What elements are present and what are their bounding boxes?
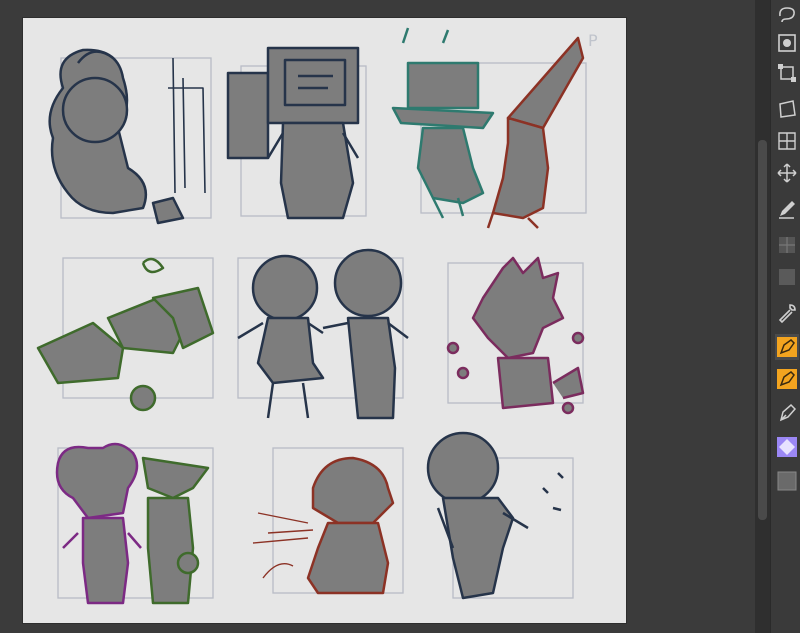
sketch-hat-wind-figure: [252, 456, 395, 595]
scrollbar-thumb[interactable]: [758, 140, 767, 520]
move-icon[interactable]: [775, 160, 799, 186]
drawing-canvas[interactable]: P: [23, 18, 626, 623]
mesh-transform-icon[interactable]: [775, 128, 799, 154]
gray-swatch-icon[interactable]: [775, 468, 799, 494]
pen-tool-orange-2-icon[interactable]: [775, 366, 799, 392]
pencil-icon[interactable]: [775, 196, 799, 222]
sketch-girl-sitting: [48, 48, 206, 225]
sketch-goblin-figure: [141, 456, 210, 605]
free-transform-icon[interactable]: [775, 96, 799, 122]
transform-icon[interactable]: [775, 60, 799, 86]
pen-tool-orange-icon[interactable]: [775, 334, 799, 360]
lasso-icon[interactable]: [775, 2, 799, 28]
pen-nib-icon[interactable]: [775, 400, 799, 426]
sketch-round-head-girl: [237, 254, 325, 419]
layer-grid-icon[interactable]: [775, 232, 799, 258]
gray-square-icon[interactable]: [775, 264, 799, 290]
tool-palette: [770, 0, 800, 633]
object-select-icon[interactable]: [775, 30, 799, 56]
sketch-spiky-hair-figure: [446, 256, 585, 415]
sketch-bunny-figure: [55, 442, 142, 605]
corner-label: P: [588, 31, 598, 50]
sketch-tv-head: [226, 46, 360, 220]
vertical-scrollbar[interactable]: [755, 0, 770, 633]
sketch-cake-hat-girl: [391, 27, 495, 219]
sketch-round-head-boy: [322, 248, 409, 420]
sketch-boxes: [36, 257, 215, 412]
canvas-workspace[interactable]: P: [0, 0, 755, 633]
sketch-wizard-hat-figure: [486, 36, 585, 229]
color-swap-icon[interactable]: [775, 434, 799, 460]
wrench-icon[interactable]: [775, 300, 799, 326]
sketch-artwork: P: [36, 27, 598, 605]
